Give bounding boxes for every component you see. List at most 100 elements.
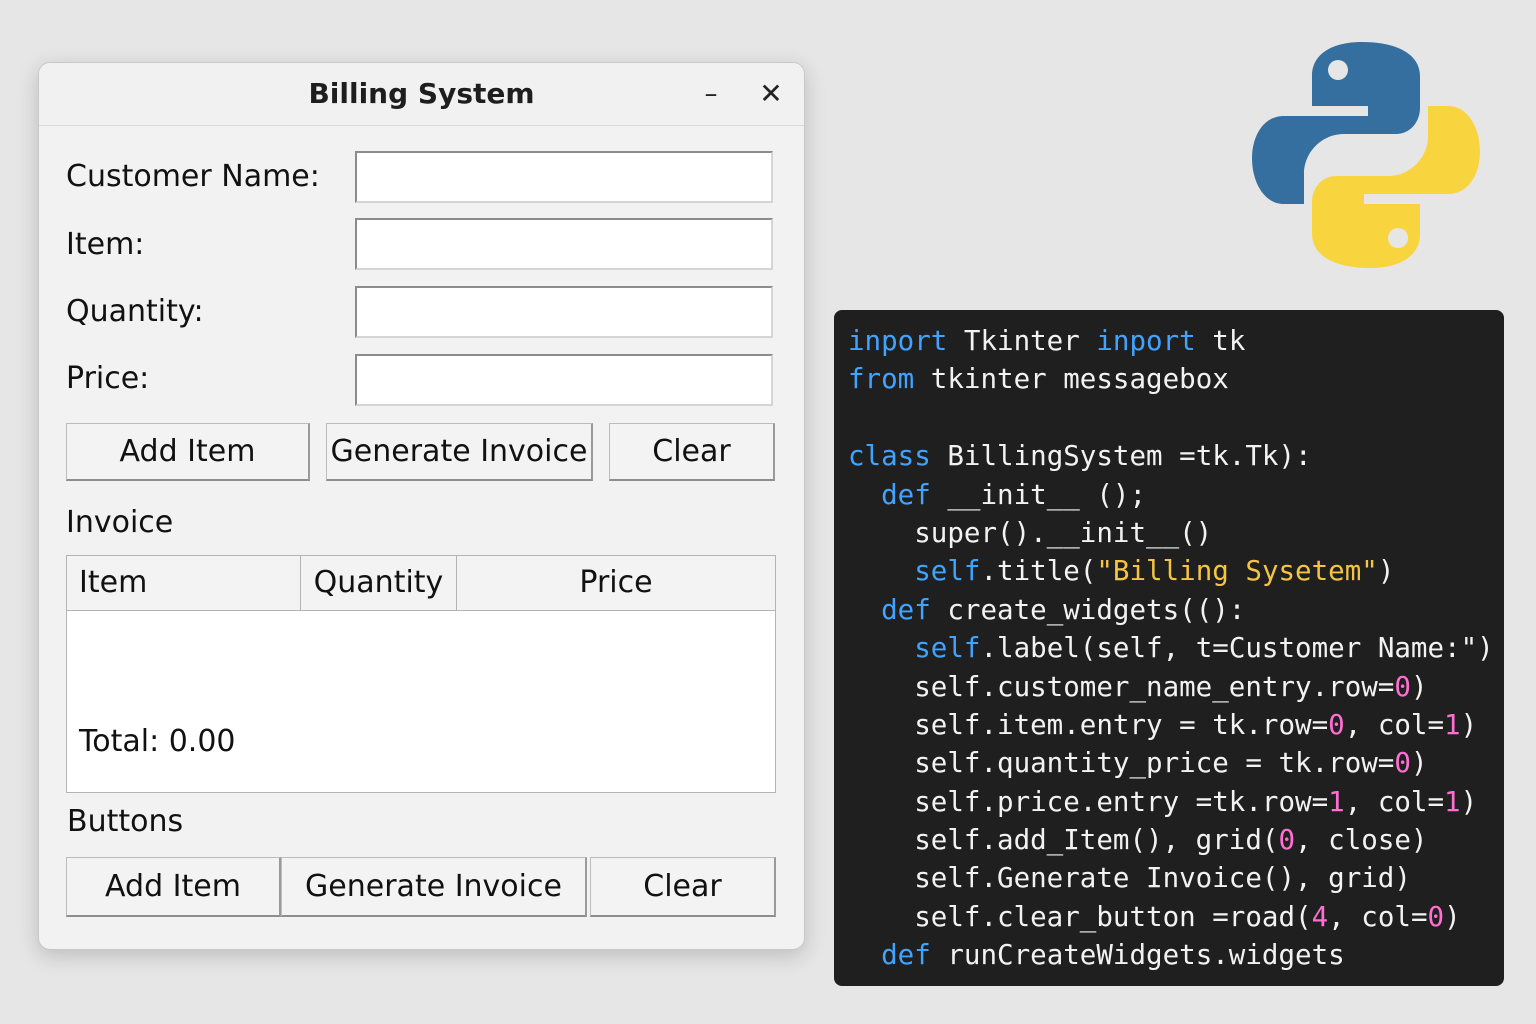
code-token: def: [881, 478, 931, 511]
code-token: Tkinter: [947, 325, 1097, 357]
invoice-table: Item Quantity Price Total: 0.00: [66, 555, 776, 793]
quantity-input[interactable]: [355, 286, 773, 338]
code-token: inport: [848, 325, 948, 357]
code-token: self.price.entry =tk.row=: [848, 785, 1329, 818]
code-token: 0: [1394, 670, 1411, 703]
buttons-section-label: Buttons: [67, 804, 184, 839]
code-token: ): [1410, 670, 1428, 703]
code-token: class: [848, 440, 931, 473]
billing-window: Billing System – ✕ Customer Name: Item: …: [38, 62, 805, 950]
code-token: create_widgets(():: [930, 593, 1246, 626]
clear-button[interactable]: Clear: [609, 423, 775, 481]
code-line: self.label(self, t=Customer Name:"): [848, 629, 1504, 667]
python-logo-yellow-eye: [1388, 228, 1408, 248]
title-bar: Billing System – ✕: [39, 63, 804, 126]
code-token: __init__ ();: [930, 478, 1147, 511]
code-editor-panel: inport Tkinter inport tk from tkinter mes…: [834, 310, 1504, 986]
code-line: self.price.entry =tk.row=1, col=1): [848, 783, 1504, 821]
code-token: , col=: [1344, 785, 1445, 818]
generate-invoice-button[interactable]: Generate Invoice: [326, 423, 593, 481]
code-token: BillingSystem =tk.Tk):: [930, 440, 1312, 473]
close-button[interactable]: ✕: [751, 75, 791, 113]
code-line: def runCreateWidgets.widgets: [848, 936, 1504, 974]
code-line: self.quantity_price = tk.row=0): [848, 744, 1504, 782]
code-token: ): [1444, 900, 1461, 933]
code-token: ): [1410, 747, 1428, 780]
code-line: self.clear_button =road(4, col=0): [848, 898, 1504, 936]
code-token: tk: [1195, 325, 1246, 357]
code-token: 4: [1311, 900, 1329, 933]
bottom-clear-button[interactable]: Clear: [590, 857, 776, 917]
code-token: 0: [1278, 824, 1296, 857]
invoice-section-label: Invoice: [66, 505, 174, 540]
code-token: self.quantity_price = tk.row=: [848, 747, 1395, 780]
item-label: Item:: [66, 227, 145, 262]
code-token: 0: [1328, 708, 1345, 741]
code-line: super().__init__(): [848, 514, 1504, 552]
code-token: 1: [1328, 785, 1345, 818]
bottom-add-item-button[interactable]: Add Item: [66, 857, 281, 917]
code-token: def: [881, 939, 931, 972]
code-token: , close): [1295, 824, 1428, 857]
code-token: ): [1460, 708, 1478, 741]
code-line: class BillingSystem =tk.Tk):: [848, 437, 1504, 475]
code-line: self.customer_name_entry.row=0): [848, 668, 1504, 706]
code-token: self.item.entry = tk.row=: [848, 708, 1329, 741]
code-line: self.Generate Invoice(), grid): [848, 859, 1504, 897]
code-token: tkinter messagebox: [914, 363, 1229, 396]
code-line: from tkinter messagebox: [848, 360, 1504, 398]
code-line: def __init__ ();: [848, 476, 1504, 514]
code-token: self.Generate Invoice(), grid): [848, 862, 1411, 895]
column-header-quantity[interactable]: Quantity: [301, 556, 457, 610]
invoice-total: Total: 0.00: [79, 724, 236, 759]
code-token: ): [1377, 555, 1395, 588]
code-token: 0: [1427, 900, 1445, 933]
code-token: 1: [1444, 785, 1461, 818]
add-item-button[interactable]: Add Item: [66, 423, 310, 481]
code-token: def: [881, 593, 931, 626]
window-title: Billing System: [308, 77, 535, 110]
item-input[interactable]: [355, 218, 773, 270]
code-token: self.add_Item(), grid(: [848, 824, 1279, 857]
code-token: 1: [1444, 708, 1461, 741]
code-token: inport: [1096, 325, 1196, 357]
code-token: 0: [1394, 747, 1411, 780]
code-line: self.item.entry = tk.row=0, col=1): [848, 706, 1504, 744]
code-token: ): [1460, 785, 1478, 818]
code-token: , col=: [1344, 708, 1445, 741]
code-token: .label(self, t=Customer Name:"): [980, 632, 1494, 665]
code-token: runCreateWidgets.widgets: [930, 939, 1345, 972]
customer-name-label: Customer Name:: [66, 159, 320, 194]
code-line: self.add_Item(), grid(0, close): [848, 821, 1504, 859]
customer-name-input[interactable]: [355, 151, 773, 203]
code-token: "Billing Sysetem": [1096, 555, 1378, 588]
python-logo-blue-eye: [1328, 60, 1348, 80]
screen: Billing System – ✕ Customer Name: Item: …: [0, 0, 1536, 1024]
column-header-price[interactable]: Price: [457, 556, 775, 610]
price-input[interactable]: [355, 354, 773, 406]
price-label: Price:: [66, 361, 150, 396]
code-token: from: [848, 363, 915, 396]
column-header-item[interactable]: Item: [67, 556, 301, 610]
code-line: inport Tkinter inport tk: [848, 322, 1504, 360]
code-token: self: [914, 555, 981, 588]
python-logo-icon: [1252, 42, 1480, 268]
invoice-table-header: Item Quantity Price: [67, 556, 775, 611]
minimize-button[interactable]: –: [691, 75, 731, 113]
code-line: self.title("Billing Sysetem"): [848, 552, 1504, 590]
code-token: self: [914, 632, 981, 665]
code-token: , col=: [1328, 900, 1428, 933]
quantity-label: Quantity:: [66, 294, 204, 329]
code-token: super().__init__(): [848, 516, 1213, 549]
code-line: def create_widgets(():: [848, 591, 1504, 629]
bottom-generate-invoice-button[interactable]: Generate Invoice: [281, 857, 587, 917]
code-token: self.clear_button =road(: [848, 900, 1312, 933]
code-token: .title(: [980, 555, 1097, 588]
code-token: self.customer_name_entry.row=: [848, 670, 1395, 703]
